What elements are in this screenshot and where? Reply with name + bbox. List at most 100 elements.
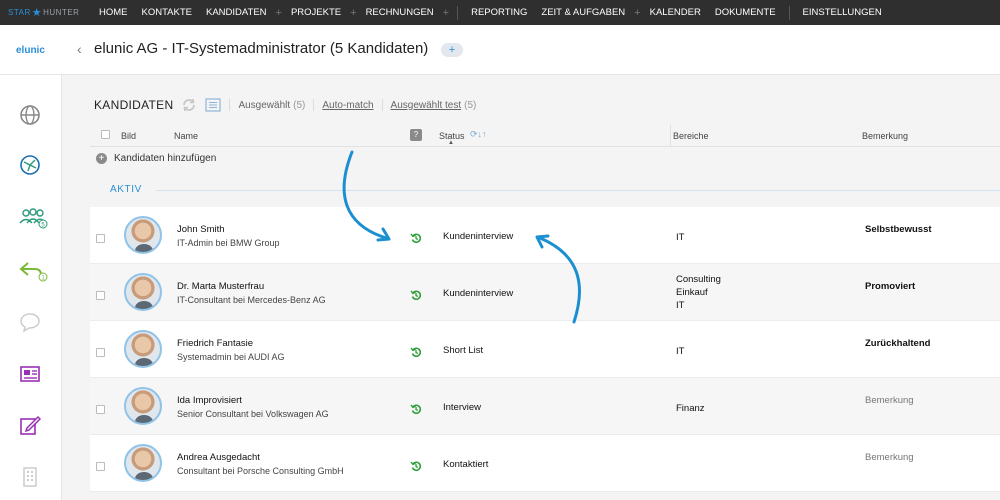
nav-add-icon[interactable]: + — [348, 7, 358, 19]
team-icon[interactable]: 5 — [18, 205, 48, 229]
nav-item-1[interactable]: KONTAKTE — [135, 7, 200, 18]
add-button[interactable]: + — [441, 43, 463, 57]
table-row[interactable]: Andrea Ausgedacht Consultant bei Porsche … — [90, 435, 1000, 492]
candidate-status[interactable]: Interview — [443, 402, 481, 413]
nav-divider — [457, 5, 459, 20]
candidate-position: IT-Consultant bei Mercedes-Benz AG — [177, 295, 326, 305]
app-logo[interactable]: STAR ★ HUNTER — [0, 6, 92, 19]
row-checkbox[interactable] — [96, 405, 105, 414]
row-checkbox[interactable] — [96, 462, 105, 471]
nav-divider — [788, 5, 790, 20]
reply-icon[interactable]: 1 — [18, 258, 48, 282]
plus-circle-icon: + — [96, 153, 107, 164]
sort-indicator-icon: ▲ — [448, 140, 454, 146]
page-header: elunic ‹ elunic AG - IT-Systemadministra… — [0, 25, 1000, 75]
avatar[interactable] — [124, 387, 162, 425]
candidate-position: Consultant bei Porsche Consulting GmbH — [177, 466, 344, 476]
add-candidates-button[interactable]: + Kandidaten hinzufügen — [96, 153, 216, 164]
candidate-position: IT-Admin bei BMW Group — [177, 238, 280, 248]
section-label-active: AKTIV — [110, 184, 142, 195]
select-all-checkbox[interactable] — [101, 130, 110, 139]
table-row[interactable]: Friedrich Fantasie Systemadmin bei AUDI A… — [90, 321, 1000, 378]
company-logo: elunic — [16, 45, 45, 56]
nav-item-0[interactable]: HOME — [92, 7, 135, 18]
nav-add-icon[interactable]: + — [441, 7, 451, 19]
candidate-status[interactable]: Kundeninterview — [443, 288, 513, 299]
nav-item-3[interactable]: PROJEKTE — [284, 7, 348, 18]
column-divider — [670, 125, 671, 147]
table-row[interactable]: Ida Improvisiert Senior Consultant bei Vo… — [90, 378, 1000, 435]
candidate-list: John Smith IT-Admin bei BMW Group Kundenin… — [90, 207, 1000, 492]
candidate-bemerkung[interactable]: Selbstbewusst — [865, 224, 932, 235]
main-content: KANDIDATEN Ausgewählt (5) Auto-match Ausg… — [62, 75, 1000, 500]
nav-item-7[interactable]: KALENDER — [643, 7, 708, 18]
column-bemerkung[interactable]: Bemerkung — [862, 131, 908, 141]
nav-item-2[interactable]: KANDIDATEN — [199, 7, 274, 18]
nav-items: HOME KONTAKTE KANDIDATEN + PROJEKTE + RECHNUNG… — [92, 5, 889, 20]
table-row[interactable]: John Smith IT-Admin bei BMW Group Kundenin… — [90, 207, 1000, 264]
selected-test-link[interactable]: Ausgewählt test (5) — [391, 100, 477, 111]
toolbar-divider — [313, 99, 315, 111]
column-bereiche[interactable]: Bereiche — [673, 131, 709, 141]
history-icon[interactable] — [410, 289, 422, 301]
toolbar-divider — [381, 99, 383, 111]
nav-add-icon[interactable]: + — [274, 7, 284, 19]
star-icon: ★ — [31, 7, 43, 19]
chat-icon[interactable] — [18, 310, 42, 334]
help-icon[interactable]: ? — [410, 129, 422, 141]
avatar[interactable] — [124, 216, 162, 254]
column-name[interactable]: Name — [174, 131, 198, 141]
candidate-status[interactable]: Kundeninterview — [443, 231, 513, 242]
nav-item-8[interactable]: DOKUMENTE — [708, 7, 783, 18]
candidate-name[interactable]: John Smith — [177, 224, 225, 235]
newspaper-icon[interactable] — [18, 362, 42, 386]
table-header: Bild Name ? Status ⟳↓↑ ▲ Bereiche Bemerk… — [90, 125, 1000, 147]
nav-item-4[interactable]: RECHNUNGEN — [359, 7, 441, 18]
refresh-icon[interactable] — [181, 97, 197, 113]
candidates-toolbar: KANDIDATEN Ausgewählt (5) Auto-match Ausg… — [94, 95, 476, 115]
edit-icon[interactable] — [18, 413, 42, 437]
page-title: elunic AG - IT-Systemadministrator (5 Ka… — [94, 40, 429, 57]
row-checkbox[interactable] — [96, 348, 105, 357]
history-icon[interactable] — [410, 403, 422, 415]
candidate-bereiche: Consulting Einkauf IT — [676, 274, 721, 311]
selected-filter[interactable]: Ausgewählt (5) — [238, 100, 305, 111]
section-divider — [156, 190, 1000, 191]
history-icon[interactable] — [410, 232, 422, 244]
candidate-status[interactable]: Short List — [443, 345, 483, 356]
list-icon[interactable] — [205, 98, 222, 112]
nav-item-6[interactable]: ZEIT & AUFGABEN — [534, 7, 632, 18]
candidate-name[interactable]: Friedrich Fantasie — [177, 338, 253, 349]
avatar[interactable] — [124, 444, 162, 482]
building-icon[interactable] — [18, 465, 42, 489]
table-row[interactable]: Dr. Marta Musterfrau IT-Consultant bei Me… — [90, 264, 1000, 321]
back-icon[interactable]: ‹ — [77, 41, 82, 57]
nav-add-icon[interactable]: + — [632, 7, 642, 19]
automatch-link[interactable]: Auto-match — [322, 100, 373, 111]
candidate-bereiche: IT — [676, 232, 685, 243]
candidate-status[interactable]: Kontaktiert — [443, 459, 488, 470]
sidebar: 5 1 — [0, 75, 62, 500]
candidate-name[interactable]: Andrea Ausgedacht — [177, 452, 260, 463]
nav-item-9[interactable]: EINSTELLUNGEN — [796, 7, 889, 18]
nav-item-5[interactable]: REPORTING — [464, 7, 534, 18]
avatar[interactable] — [124, 330, 162, 368]
column-bild: Bild — [121, 131, 137, 141]
avatar[interactable] — [124, 273, 162, 311]
candidate-name[interactable]: Ida Improvisiert — [177, 395, 242, 406]
candidate-bereiche: Finanz — [676, 403, 705, 414]
candidate-bemerkung[interactable]: Zurückhaltend — [865, 338, 930, 349]
candidate-bemerkung[interactable]: Bemerkung — [865, 452, 914, 463]
network-icon[interactable] — [18, 153, 42, 177]
candidate-name[interactable]: Dr. Marta Musterfrau — [177, 281, 264, 292]
history-icon[interactable] — [410, 346, 422, 358]
globe-icon[interactable] — [18, 103, 42, 127]
candidate-bemerkung[interactable]: Promoviert — [865, 281, 915, 292]
row-checkbox[interactable] — [96, 234, 105, 243]
candidate-position: Systemadmin bei AUDI AG — [177, 352, 285, 362]
row-checkbox[interactable] — [96, 291, 105, 300]
candidate-bemerkung[interactable]: Bemerkung — [865, 395, 914, 406]
section-title: KANDIDATEN — [94, 98, 174, 112]
history-icon[interactable] — [410, 460, 422, 472]
sort-icon[interactable]: ⟳↓↑ — [470, 129, 487, 140]
